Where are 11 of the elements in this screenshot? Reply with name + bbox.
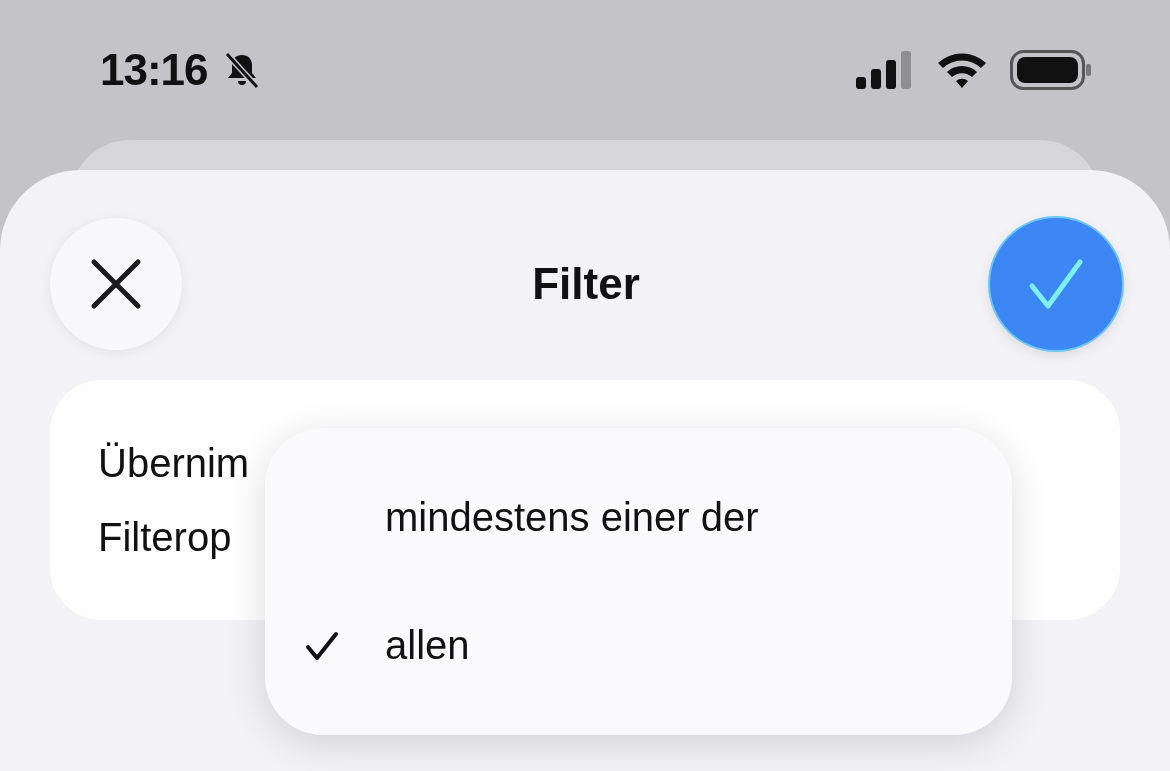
menu-item[interactable]: allen [305,610,1012,681]
checkmark-icon [1028,258,1084,310]
card-text: Übernim [98,440,250,486]
signal-icon [856,51,914,89]
wifi-icon [936,51,988,89]
battery-icon [1010,50,1092,90]
menu-item[interactable]: mindestens einer der [305,482,1012,553]
card-text: Filterop [98,514,232,560]
sheet-title: Filter [532,259,640,309]
status-time: 13:16 [100,45,208,95]
close-icon [90,258,142,310]
